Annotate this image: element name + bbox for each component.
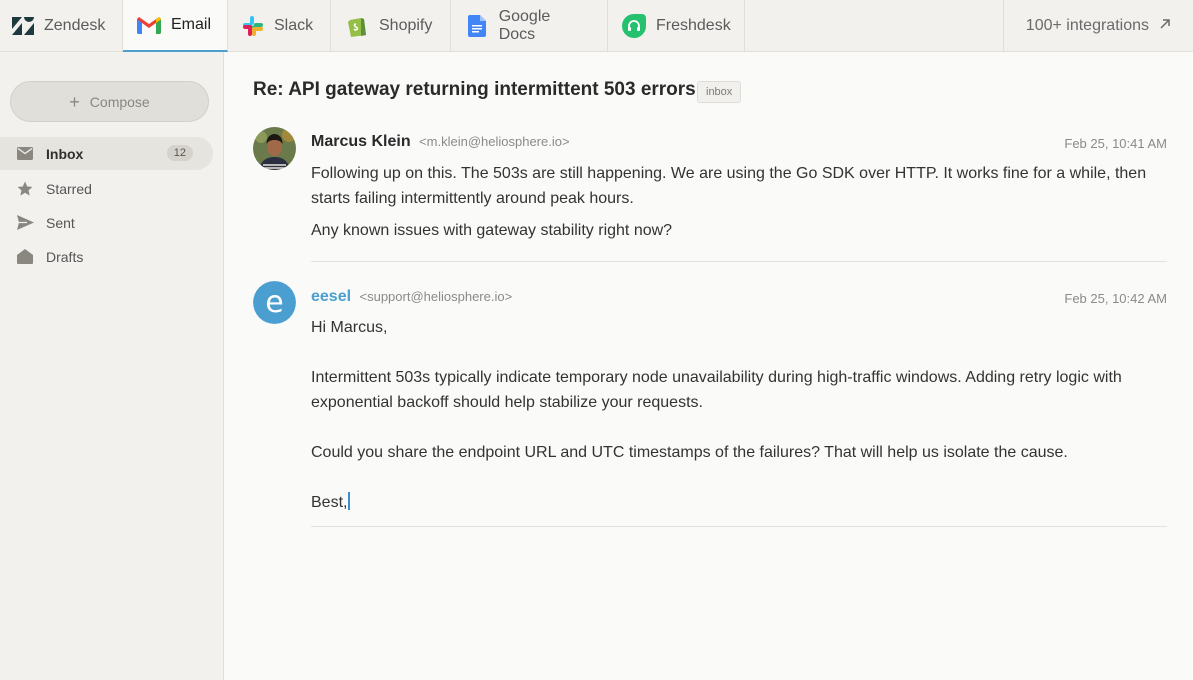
sidebar-item-drafts[interactable]: Drafts — [0, 240, 213, 273]
avatar — [253, 127, 296, 170]
shopify-icon — [345, 14, 369, 38]
tab-label: Zendesk — [44, 17, 106, 34]
tab-label: Slack — [274, 17, 314, 34]
message-paragraph: Could you share the endpoint URL and UTC… — [311, 444, 1068, 461]
message-sender: eesel <support@heliosphere.io> — [311, 288, 512, 306]
avatar: e — [253, 281, 296, 324]
star-icon — [16, 180, 34, 198]
google-docs-icon — [465, 14, 489, 38]
drafts-icon — [16, 248, 34, 266]
text-cursor — [348, 492, 351, 510]
label-tag[interactable]: inbox — [697, 81, 742, 103]
tab-zendesk[interactable]: Zendesk — [0, 0, 123, 52]
send-icon — [16, 214, 34, 232]
sidebar-item-inbox[interactable]: Inbox 12 — [0, 137, 213, 170]
zendesk-icon — [12, 14, 34, 38]
message-paragraph: Following up on this. The 503s are still… — [311, 165, 1147, 207]
sidebar-item-sent[interactable]: Sent — [0, 206, 213, 239]
tab-label: Email — [171, 16, 212, 33]
tab-google-docs[interactable]: Google Docs — [451, 0, 608, 52]
tab-email[interactable]: Email — [123, 0, 228, 52]
sender-name: Marcus Klein — [311, 133, 411, 150]
tab-label: Freshdesk — [656, 17, 731, 34]
signoff-text: Best, — [311, 494, 348, 511]
thread-subject: Re: API gateway returning intermittent 5… — [253, 79, 696, 100]
message-sender: Marcus Klein <m.klein@heliosphere.io> — [311, 133, 570, 151]
message-date: Feb 25, 10:42 AM — [1064, 291, 1167, 306]
message-date: Feb 25, 10:41 AM — [1064, 136, 1167, 151]
integrations-label: 100+ integrations — [1025, 17, 1149, 34]
sidebar-item-label: Inbox — [46, 145, 84, 162]
message-body: Following up on this. The 503s are still… — [311, 161, 1167, 243]
tab-label: Shopify — [379, 17, 433, 34]
arrow-up-right-icon — [1159, 17, 1171, 35]
mail-icon — [16, 145, 34, 163]
gmail-icon — [137, 13, 161, 37]
plus-icon: + — [69, 91, 80, 112]
message-divider — [311, 261, 1167, 262]
sender-name: eesel — [311, 288, 352, 305]
sender-email: <support@heliosphere.io> — [359, 289, 513, 304]
message-divider — [311, 526, 1167, 527]
integration-tab-bar: Zendesk Email Slack Shopify Google Docs … — [0, 0, 1193, 52]
tab-label: Google Docs — [498, 8, 551, 43]
unread-count-badge: 12 — [166, 145, 193, 161]
avatar-letter: e — [265, 285, 283, 320]
tab-freshdesk[interactable]: Freshdesk — [608, 0, 745, 52]
message-paragraph: Any known issues with gateway stability … — [311, 222, 673, 239]
slack-icon — [242, 14, 264, 38]
sidebar-item-label: Drafts — [46, 248, 84, 265]
freshdesk-icon — [622, 14, 646, 38]
compose-button[interactable]: + Compose — [10, 81, 209, 122]
message-paragraph: Hi Marcus, — [311, 319, 388, 336]
tab-shopify[interactable]: Shopify — [331, 0, 451, 52]
message-paragraph: Intermittent 503s typically indicate tem… — [311, 369, 1122, 411]
integrations-link[interactable]: 100+ integrations — [1002, 0, 1193, 52]
tab-slack[interactable]: Slack — [228, 0, 331, 52]
sidebar-item-label: Starred — [46, 180, 92, 197]
sidebar-item-starred[interactable]: Starred — [0, 172, 213, 205]
message-paragraph: Best, — [311, 490, 1167, 515]
compose-label: Compose — [89, 93, 150, 110]
mail-sidebar: + Compose Inbox 12 Starred Sent Drafts — [0, 52, 224, 680]
reply-editor[interactable]: Hi Marcus, Intermittent 503s typically i… — [311, 315, 1167, 515]
thread-view: Re: API gateway returning intermittent 5… — [224, 52, 1193, 680]
sidebar-item-label: Sent — [46, 214, 75, 231]
sender-email: <m.klein@heliosphere.io> — [419, 134, 570, 149]
